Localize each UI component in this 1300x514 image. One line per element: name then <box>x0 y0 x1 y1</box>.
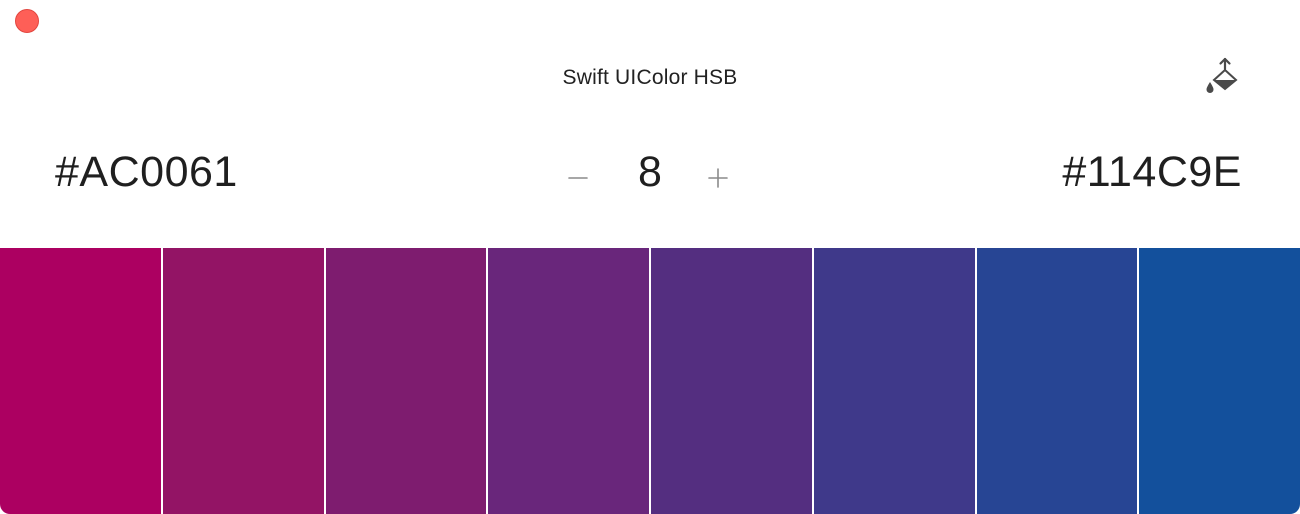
step-count: 8 <box>638 148 662 196</box>
color-swatch[interactable] <box>651 248 812 514</box>
close-window-button[interactable] <box>15 9 39 33</box>
window-title: Swift UIColor HSB <box>562 66 738 89</box>
color-swatch[interactable] <box>976 248 1138 514</box>
steps-stepper: 8 <box>550 144 750 200</box>
decrement-button[interactable] <box>558 152 598 192</box>
color-swatch[interactable] <box>162 248 324 514</box>
color-swatch[interactable] <box>325 248 487 514</box>
start-color-hex[interactable]: #AC0061 <box>55 144 238 200</box>
swatch-strip <box>0 248 1300 514</box>
color-swatch[interactable] <box>0 248 161 514</box>
end-color-hex[interactable]: #114C9E <box>1062 144 1242 200</box>
paint-bucket-button[interactable] <box>1200 56 1246 96</box>
minus-icon <box>568 177 588 179</box>
color-swatch[interactable] <box>488 248 649 514</box>
paint-bucket-icon <box>1206 57 1238 93</box>
color-swatch[interactable] <box>813 248 975 514</box>
app-window: Swift UIColor HSB #AC0061 8 #114C9E <box>0 0 1300 514</box>
plus-icon <box>708 168 728 188</box>
increment-button[interactable] <box>698 152 738 192</box>
color-swatch[interactable] <box>1139 248 1300 514</box>
